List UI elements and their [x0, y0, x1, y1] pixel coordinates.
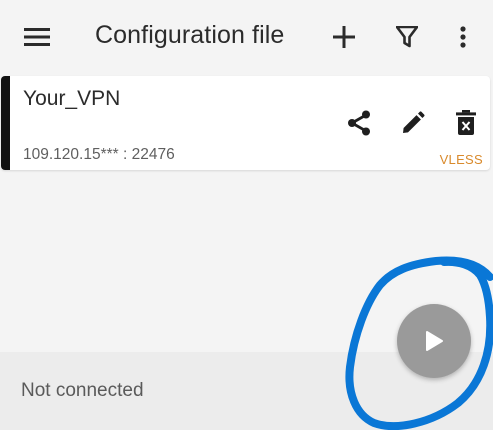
filter-button[interactable]	[392, 21, 422, 53]
share-button[interactable]	[344, 108, 374, 138]
selected-indicator	[1, 76, 10, 170]
plus-icon	[333, 26, 355, 48]
server-name: Your_VPN	[23, 87, 121, 110]
share-icon	[348, 110, 370, 136]
server-card[interactable]: Your_VPN 109.120.15*** : 22476 VLESS	[1, 76, 490, 170]
add-config-button[interactable]	[328, 21, 360, 53]
edit-button[interactable]	[398, 108, 428, 138]
app-window: Configuration file Your_VPN 109.120.15**…	[0, 0, 493, 430]
play-icon	[426, 331, 443, 351]
server-protocol: VLESS	[439, 152, 483, 167]
connection-status: Not connected	[21, 380, 144, 401]
connect-button[interactable]	[397, 304, 471, 378]
edit-pencil-icon	[403, 111, 425, 133]
more-vertical-icon	[460, 26, 466, 48]
top-app-bar: Configuration file	[0, 0, 493, 74]
delete-icon	[456, 109, 476, 135]
server-address: 109.120.15*** : 22476	[23, 146, 175, 163]
menu-button[interactable]	[20, 22, 54, 52]
filter-funnel-icon	[396, 26, 418, 48]
page-title: Configuration file	[95, 21, 285, 49]
hamburger-menu-icon	[24, 28, 50, 46]
delete-button[interactable]	[452, 107, 480, 137]
more-options-button[interactable]	[450, 21, 476, 53]
